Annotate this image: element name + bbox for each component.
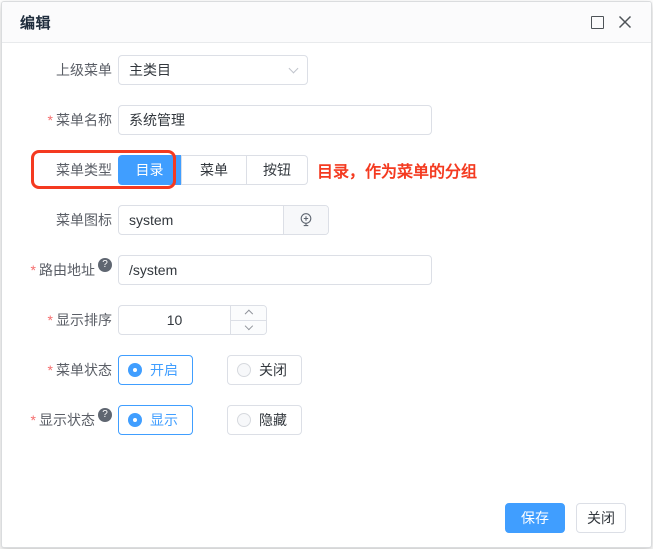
dialog-body: 上级菜单 主类目 * 菜单名称 系统管理 菜单类型 目录 xyxy=(2,43,651,435)
close-button[interactable]: 关闭 xyxy=(576,503,626,533)
radio-unselected-icon xyxy=(237,363,251,377)
required-marker: * xyxy=(48,312,53,328)
menu-type-option-button[interactable]: 按钮 xyxy=(247,155,308,185)
required-marker: * xyxy=(31,412,36,428)
dialog-title: 编辑 xyxy=(20,12,51,33)
maximize-icon[interactable] xyxy=(591,16,604,29)
menu-icon-value: system xyxy=(129,212,173,228)
menu-status-option-on[interactable]: 开启 xyxy=(118,355,193,385)
row-display-status: * 显示状态 ? 显示 隐藏 xyxy=(18,405,635,435)
display-status-label: * 显示状态 ? xyxy=(18,410,112,430)
parent-menu-value: 主类目 xyxy=(129,60,171,80)
row-menu-type: 菜单类型 目录 菜单 按钮 目录，作为菜单的分组 xyxy=(18,155,635,185)
row-menu-icon: 菜单图标 system xyxy=(18,205,635,235)
display-order-stepper: 10 xyxy=(118,305,267,335)
menu-type-label: 菜单类型 xyxy=(18,160,112,180)
close-icon[interactable] xyxy=(617,14,633,30)
row-parent-menu: 上级菜单 主类目 xyxy=(18,55,635,85)
dialog-footer: 保存 关闭 xyxy=(505,503,626,533)
increment-button[interactable] xyxy=(231,306,266,321)
radio-selected-icon xyxy=(128,363,142,377)
row-menu-name: * 菜单名称 系统管理 xyxy=(18,105,635,135)
chevron-down-icon xyxy=(244,322,252,330)
route-path-input[interactable]: /system xyxy=(118,255,432,285)
menu-type-radio-group: 目录 菜单 按钮 xyxy=(118,155,308,185)
save-button[interactable]: 保存 xyxy=(505,503,565,533)
decrement-button[interactable] xyxy=(231,321,266,335)
menu-status-option-off[interactable]: 关闭 xyxy=(227,355,302,385)
display-order-value[interactable]: 10 xyxy=(119,312,230,328)
window-controls xyxy=(591,14,633,30)
help-icon[interactable]: ? xyxy=(98,258,112,272)
menu-icon-input[interactable]: system xyxy=(119,206,283,234)
stepper-controls xyxy=(230,306,266,334)
radio-selected-icon xyxy=(128,413,142,427)
location-plus-icon xyxy=(298,212,314,228)
edit-menu-dialog: 编辑 上级菜单 主类目 * 菜单名称 系统管理 xyxy=(1,1,652,548)
row-display-order: * 显示排序 10 xyxy=(18,305,635,335)
parent-menu-label: 上级菜单 xyxy=(18,60,112,80)
row-menu-status: * 菜单状态 开启 关闭 xyxy=(18,355,635,385)
display-status-option-show[interactable]: 显示 xyxy=(118,405,193,435)
menu-icon-input-group: system xyxy=(118,205,329,235)
route-path-label: * 路由地址 ? xyxy=(18,260,112,280)
display-order-label: * 显示排序 xyxy=(18,310,112,330)
menu-type-option-menu[interactable]: 菜单 xyxy=(181,155,247,185)
route-path-value: /system xyxy=(129,262,177,278)
icon-picker-button[interactable] xyxy=(283,206,328,234)
chevron-down-icon xyxy=(289,63,299,73)
menu-name-label: * 菜单名称 xyxy=(18,110,112,130)
row-route-path: * 路由地址 ? /system xyxy=(18,255,635,285)
menu-name-input[interactable]: 系统管理 xyxy=(118,105,432,135)
dialog-header: 编辑 xyxy=(2,2,651,43)
required-marker: * xyxy=(48,112,53,128)
required-marker: * xyxy=(48,362,53,378)
menu-type-option-directory[interactable]: 目录 xyxy=(118,155,181,185)
radio-unselected-icon xyxy=(237,413,251,427)
display-status-option-hide[interactable]: 隐藏 xyxy=(227,405,302,435)
menu-name-value: 系统管理 xyxy=(129,110,185,130)
red-annotation-text: 目录，作为菜单的分组 xyxy=(317,158,477,182)
menu-status-label: * 菜单状态 xyxy=(18,360,112,380)
required-marker: * xyxy=(31,262,36,278)
menu-icon-label: 菜单图标 xyxy=(18,210,112,230)
parent-menu-select[interactable]: 主类目 xyxy=(118,55,308,85)
chevron-up-icon xyxy=(244,310,252,318)
help-icon[interactable]: ? xyxy=(98,408,112,422)
